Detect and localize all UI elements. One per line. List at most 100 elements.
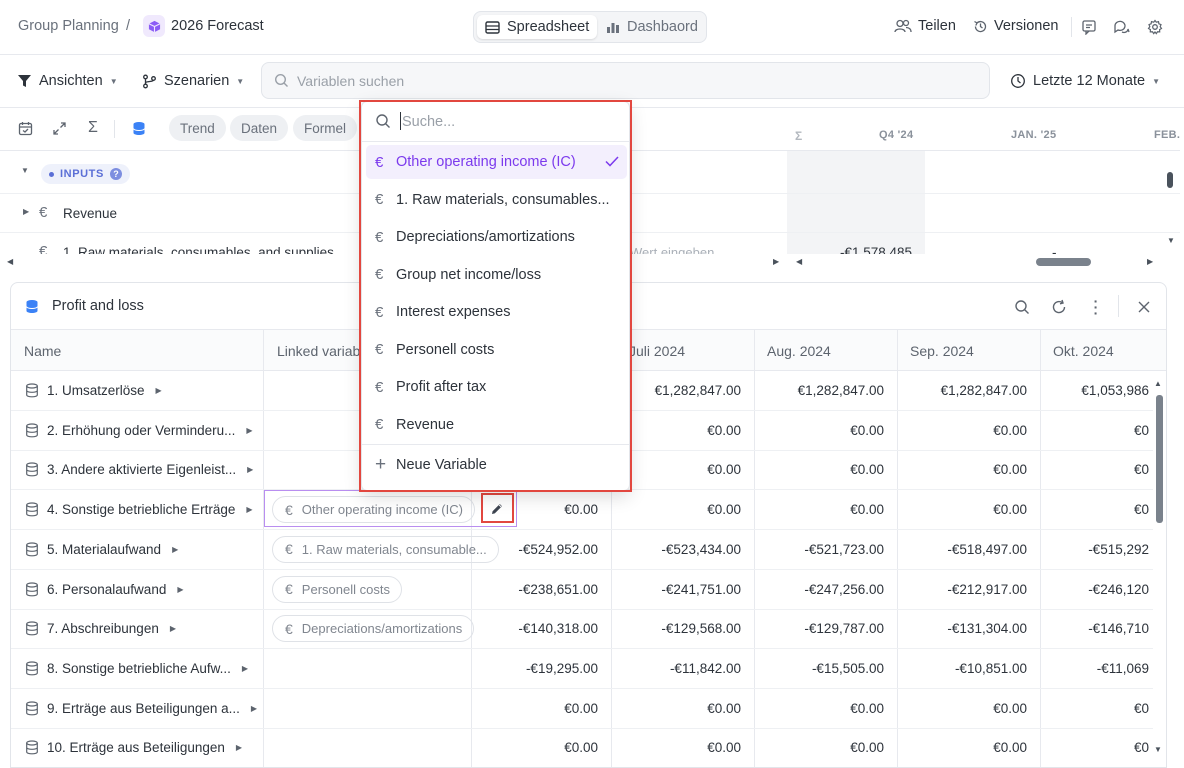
refresh-icon[interactable] bbox=[1048, 296, 1070, 318]
value-cell[interactable]: €0.00 bbox=[850, 701, 884, 716]
linked-variable-chip[interactable]: € Personell costs bbox=[272, 575, 402, 603]
aug-column-header[interactable]: Aug. 2024 bbox=[767, 343, 831, 359]
variable-option[interactable]: € Depreciations/amortizations bbox=[366, 220, 627, 254]
variable-option[interactable]: € Profit after tax bbox=[366, 370, 627, 404]
share-button[interactable]: Teilen bbox=[894, 18, 956, 34]
row-name[interactable]: 6. Personalaufwand ▶ bbox=[25, 582, 184, 597]
variable-option[interactable]: € Interest expenses bbox=[366, 295, 627, 329]
row-name[interactable]: 7. Abschreibungen ▶ bbox=[25, 621, 176, 636]
selected-linked-cell[interactable] bbox=[264, 490, 517, 527]
value-cell[interactable]: -€10,851.00 bbox=[955, 661, 1027, 676]
close-icon[interactable] bbox=[1133, 296, 1155, 318]
value-cell[interactable]: €1,282,847.00 bbox=[655, 383, 741, 398]
value-cell[interactable]: €1,282,847.00 bbox=[798, 383, 884, 398]
value-cell[interactable]: -€129,787.00 bbox=[804, 621, 884, 636]
value-cell[interactable]: -€515,292 bbox=[1088, 542, 1149, 557]
variable-option[interactable]: € Other operating income (IC) bbox=[366, 145, 627, 179]
table-row[interactable]: 9. Erträge aus Beteiligungen a... ▶ €0.00… bbox=[11, 689, 1153, 729]
q4-value[interactable]: -€1,578,485 bbox=[840, 245, 912, 254]
new-variable-option[interactable]: + Neue Variable bbox=[366, 448, 627, 482]
value-cell[interactable]: -€11,842.00 bbox=[670, 661, 741, 676]
formula-chip[interactable]: Formel bbox=[293, 115, 358, 141]
value-cell[interactable]: €1,053,986 bbox=[1081, 383, 1149, 398]
row-name[interactable]: 1. Umsatzerlöse ▶ bbox=[25, 383, 162, 398]
sigma-icon[interactable]: Σ bbox=[82, 117, 104, 139]
value-cell[interactable]: -€140,318.00 bbox=[518, 621, 598, 636]
collapse-caret-icon[interactable]: ▼ bbox=[21, 166, 29, 175]
expand-caret-icon[interactable]: ▶ bbox=[246, 505, 252, 514]
value-cell[interactable]: -€238,651.00 bbox=[518, 582, 598, 597]
variable-option[interactable]: € Personell costs bbox=[366, 333, 627, 367]
database-icon[interactable] bbox=[128, 117, 150, 139]
row-name[interactable]: 5. Materialaufwand ▶ bbox=[25, 542, 178, 557]
value-cell[interactable]: -€212,917.00 bbox=[947, 582, 1027, 597]
oct-column-header[interactable]: Okt. 2024 bbox=[1053, 343, 1114, 359]
views-dropdown[interactable]: Ansichten ▼ bbox=[17, 73, 118, 89]
calendar-check-icon[interactable] bbox=[14, 117, 36, 139]
versions-button[interactable]: Versionen bbox=[973, 18, 1059, 34]
expand-caret-icon[interactable]: ▶ bbox=[172, 545, 178, 554]
variable-search-input[interactable]: Variablen suchen bbox=[261, 62, 990, 99]
expand-caret-icon[interactable]: ▶ bbox=[236, 743, 242, 752]
edit-link-button[interactable] bbox=[483, 496, 511, 522]
scroll-up-arrow-icon[interactable]: ▲ bbox=[1154, 379, 1162, 388]
period-dropdown[interactable]: Letzte 12 Monate ▼ bbox=[1010, 73, 1160, 89]
value-cell[interactable]: -€15,505.00 bbox=[812, 661, 884, 676]
table-row[interactable]: 6. Personalaufwand ▶ € Personell costs -€23… bbox=[11, 570, 1153, 610]
expand-caret-icon[interactable]: ▶ bbox=[247, 465, 253, 474]
value-cell[interactable]: €0.00 bbox=[850, 462, 884, 477]
scroll-down-arrow-icon[interactable]: ▼ bbox=[1167, 236, 1175, 245]
value-cell[interactable]: €0.00 bbox=[850, 502, 884, 517]
value-cell[interactable]: -€11,069 bbox=[1097, 661, 1149, 676]
hscroll-thumb[interactable] bbox=[1036, 258, 1091, 266]
value-cell[interactable]: €0 bbox=[1134, 740, 1149, 755]
value-cell[interactable]: €0.00 bbox=[707, 423, 741, 438]
value-cell[interactable]: €0 bbox=[1134, 423, 1149, 438]
more-vertical-icon[interactable]: · · · bbox=[1085, 294, 1107, 320]
scroll-left-arrow-icon[interactable]: ◀ bbox=[796, 257, 802, 266]
breadcrumb-root[interactable]: Group Planning bbox=[18, 18, 119, 34]
value-cell[interactable]: €0.00 bbox=[707, 701, 741, 716]
table-row[interactable]: 5. Materialaufwand ▶ €1. Raw materials, c… bbox=[11, 530, 1153, 570]
dashboard-tab[interactable]: Dashbaord bbox=[598, 15, 706, 39]
value-cell[interactable]: -€246,120 bbox=[1088, 582, 1149, 597]
value-cell[interactable]: €0 bbox=[1134, 462, 1149, 477]
name-column-header[interactable]: Name bbox=[24, 343, 61, 359]
expand-caret-icon[interactable]: ▶ bbox=[177, 585, 183, 594]
value-cell[interactable]: -€523,434.00 bbox=[661, 542, 741, 557]
row-name[interactable]: 10. Erträge aus Beteiligungen ▶ bbox=[25, 740, 242, 755]
value-input-hint[interactable]: Wert eingeben bbox=[630, 245, 714, 254]
value-cell[interactable]: €0.00 bbox=[993, 423, 1027, 438]
trend-chip[interactable]: Trend bbox=[169, 115, 226, 141]
value-cell[interactable]: €0 bbox=[1134, 502, 1149, 517]
value-cell[interactable]: €0.00 bbox=[564, 502, 598, 517]
value-cell[interactable]: -€131,304.00 bbox=[947, 621, 1027, 636]
value-cell[interactable]: -€241,751.00 bbox=[661, 582, 741, 597]
value-cell[interactable]: €0.00 bbox=[993, 740, 1027, 755]
value-cell[interactable]: €0 bbox=[1134, 701, 1149, 716]
linked-variable-column-header[interactable]: Linked variable bbox=[277, 343, 371, 359]
expand-caret-icon[interactable]: ▶ bbox=[156, 386, 162, 395]
table-row[interactable]: 8. Sonstige betriebliche Aufw... ▶ -€19,2… bbox=[11, 649, 1153, 689]
value-cell[interactable]: €0.00 bbox=[707, 740, 741, 755]
value-cell[interactable]: €0.00 bbox=[993, 701, 1027, 716]
scroll-right-arrow-icon[interactable]: ▶ bbox=[1147, 257, 1153, 266]
row-name[interactable]: 8. Sonstige betriebliche Aufw... ▶ bbox=[25, 661, 248, 676]
scroll-right-arrow-icon[interactable]: ▶ bbox=[773, 257, 779, 266]
value-cell[interactable]: €0.00 bbox=[707, 462, 741, 477]
value-cell[interactable]: -€19,295.00 bbox=[526, 661, 598, 676]
variable-option[interactable]: €1. Raw materials, consumables... bbox=[366, 183, 627, 217]
value-cell[interactable]: -€247,256.00 bbox=[804, 582, 884, 597]
value-cell[interactable]: €0.00 bbox=[564, 701, 598, 716]
expand-caret-icon[interactable]: ▶ bbox=[251, 704, 257, 713]
expand-caret-icon[interactable]: ▶ bbox=[23, 207, 29, 216]
comments-icon[interactable] bbox=[1110, 16, 1132, 38]
search-icon[interactable] bbox=[1011, 296, 1033, 318]
variable-option[interactable]: € Group net income/loss bbox=[366, 258, 627, 292]
panel-vscroll-thumb[interactable] bbox=[1156, 395, 1163, 523]
scenarios-dropdown[interactable]: Szenarien ▼ bbox=[142, 73, 244, 89]
value-cell[interactable]: €0.00 bbox=[564, 740, 598, 755]
table-row[interactable]: 4. Sonstige betriebliche Erträge ▶ € Other… bbox=[11, 490, 1153, 531]
scroll-left-arrow-icon[interactable]: ◀ bbox=[7, 257, 13, 266]
expand-caret-icon[interactable]: ▶ bbox=[170, 624, 176, 633]
